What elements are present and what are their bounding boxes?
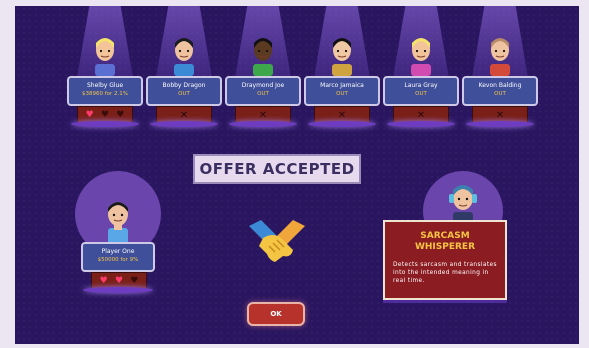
contestant-0: Shelby Glue $38960 for 2.1% ♥ ♥ ♥	[67, 6, 143, 130]
contestant-avatar	[490, 38, 510, 76]
headphone-right-icon	[472, 194, 477, 203]
avatar-eye-left	[178, 49, 182, 53]
contestant-name: Laura Gray	[404, 82, 438, 89]
desk-base	[466, 121, 534, 127]
handshake-icon	[249, 220, 305, 262]
ok-button[interactable]: OK	[247, 302, 305, 326]
desk-base	[308, 121, 376, 127]
avatar-eye-right	[344, 49, 348, 53]
contestant-3: Marco Jamaica OUT ✕	[304, 6, 380, 130]
contestant-card: Shelby Glue $38960 for 2.1%	[67, 76, 143, 106]
contestant-2: Draymond Joe OUT ✕	[225, 6, 301, 130]
agent-eye-right	[465, 197, 469, 201]
contestant-1: Bobby Dragon OUT ✕	[146, 6, 222, 130]
skill-card: Sarcasm Whisperer Detects sarcasm and tr…	[383, 220, 507, 300]
contestant-offer: $38960 for 2.1%	[81, 91, 129, 97]
desk-base	[71, 121, 139, 127]
avatar-eye-left	[99, 49, 103, 53]
avatar-eye-right	[107, 49, 111, 53]
contestant-avatar	[332, 38, 352, 76]
contestant-card: Marco Jamaica OUT	[304, 76, 380, 106]
desk-base	[150, 121, 218, 127]
avatar-eye-left	[415, 49, 419, 53]
offer-accepted-banner: OFFER ACCEPTED	[193, 154, 361, 184]
avatar-eye-right	[502, 49, 506, 53]
avatar-eye-right	[186, 49, 190, 53]
heart-icon: ♥	[99, 275, 108, 286]
contestant-avatar	[253, 38, 273, 76]
headphone-left-icon	[449, 194, 454, 203]
contestant-status: OUT	[178, 91, 190, 97]
agent-avatar	[449, 185, 477, 224]
avatar-eye-left	[257, 49, 261, 53]
player-name: Player One	[101, 248, 135, 255]
avatar-shirt	[174, 64, 194, 76]
player-offer: $50000 for 9%	[97, 257, 139, 263]
avatar-eye-right	[265, 49, 269, 53]
contestant-status: OUT	[494, 91, 506, 97]
avatar-eye-left	[494, 49, 498, 53]
contestant-status: OUT	[415, 91, 427, 97]
avatar-shirt	[411, 64, 431, 76]
avatar-shirt	[253, 64, 273, 76]
contestant-4: Laura Gray OUT ✕	[383, 6, 459, 130]
desk-base	[229, 121, 297, 127]
heart-icon: ♥	[114, 275, 124, 286]
skill-title-line1: Sarcasm	[420, 231, 470, 241]
heart-icon: ♥	[130, 275, 139, 286]
contestant-card: Draymond Joe OUT	[225, 76, 301, 106]
skill-title: Sarcasm Whisperer	[385, 231, 505, 253]
desk-base	[387, 121, 455, 127]
player-card: Player One $50000 for 9%	[81, 242, 155, 272]
avatar-shirt	[490, 64, 510, 76]
contestant-status: OUT	[257, 91, 269, 97]
player-eye-right	[120, 213, 124, 217]
skill-description: Detects sarcasm and translates into the …	[393, 262, 497, 284]
heart-icon: ♥	[116, 109, 125, 120]
contestant-card: Laura Gray OUT	[383, 76, 459, 106]
contestant-name: Kevon Balding	[478, 82, 522, 89]
contestant-name: Bobby Dragon	[162, 82, 206, 89]
agent-eye-left	[457, 197, 461, 201]
player-desk-base	[83, 287, 153, 293]
contestant-status: OUT	[336, 91, 348, 97]
heart-icon: ♥	[85, 109, 94, 120]
contestant-name: Marco Jamaica	[320, 82, 364, 89]
contestant-card: Kevon Balding OUT	[462, 76, 538, 106]
avatar-eye-right	[423, 49, 427, 53]
contestant-avatar	[95, 38, 115, 76]
avatar-shirt	[95, 64, 115, 76]
contestant-name: Draymond Joe	[241, 82, 285, 89]
game-stage: Shelby Glue $38960 for 2.1% ♥ ♥ ♥ Bobby Drago…	[15, 6, 579, 344]
contestant-name: Shelby Glue	[86, 82, 124, 89]
skill-title-line2: Whisperer	[414, 242, 476, 252]
contestant-avatar	[411, 38, 431, 76]
avatar-eye-left	[336, 49, 340, 53]
player-eye-left	[112, 213, 116, 217]
contestant-card: Bobby Dragon OUT	[146, 76, 222, 106]
avatar-shirt	[332, 64, 352, 76]
player-avatar	[108, 202, 128, 244]
heart-icon: ♥	[100, 109, 110, 120]
contestant-avatar	[174, 38, 194, 76]
contestant-5: Kevon Balding OUT ✕	[462, 6, 538, 130]
